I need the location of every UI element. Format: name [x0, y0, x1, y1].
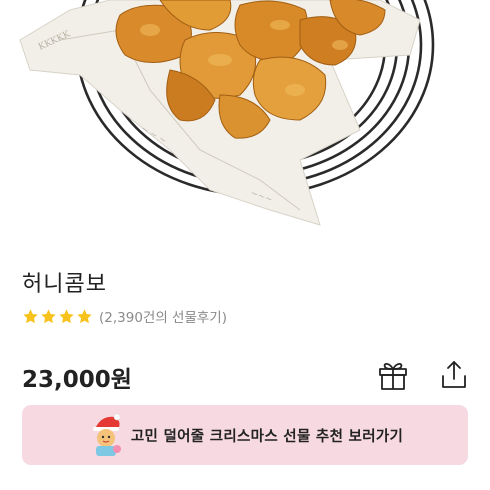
- rating[interactable]: (2,390건의 선물후기): [22, 306, 227, 326]
- star-icon: [77, 308, 92, 323]
- share-icon: [442, 361, 466, 388]
- product-price: 23,000원: [22, 367, 132, 393]
- christmas-gift-banner[interactable]: 고민 덜어줄 크리스마스 선물 추천 보러가기: [22, 405, 468, 465]
- star-icon: [23, 308, 38, 323]
- share-button[interactable]: [436, 357, 472, 393]
- gift-icon: [379, 362, 407, 390]
- review-count[interactable]: (2,390건의 선물후기): [99, 306, 227, 326]
- star-icon: [41, 308, 56, 323]
- rating-stars: [22, 308, 93, 325]
- gift-button[interactable]: [375, 357, 411, 393]
- product-image: KKKKK ~ ~ ~ ~~~: [0, 0, 490, 240]
- product-name: 허니콤보: [22, 272, 107, 297]
- santa-character-icon: [92, 413, 121, 456]
- star-icon: [59, 308, 74, 323]
- banner-text: 고민 덜어줄 크리스마스 선물 추천 보러가기: [130, 428, 404, 445]
